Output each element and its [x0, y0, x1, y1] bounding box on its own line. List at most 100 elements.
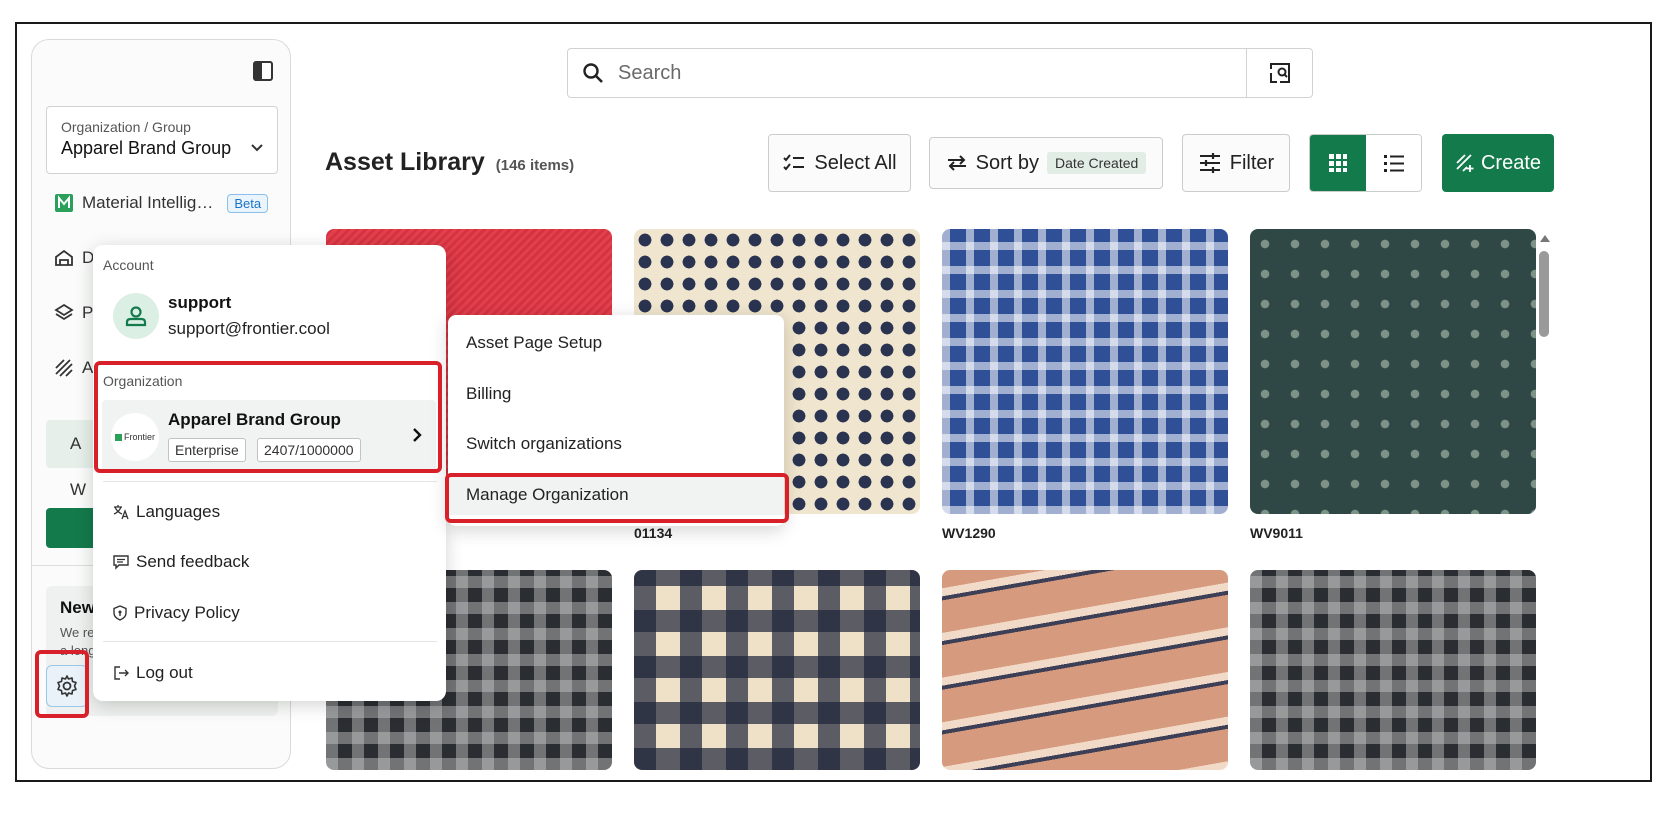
submenu-item-label: Manage Organization [466, 485, 629, 504]
sidebar-item-label: Material Intellig… [82, 193, 214, 212]
sidebar-item-assets[interactable]: A [54, 350, 93, 386]
menu-divider [103, 641, 437, 642]
sidebar-item-label: P [82, 303, 94, 322]
search-bar [567, 48, 1313, 98]
list-view-button[interactable] [1366, 135, 1421, 191]
search-icon [583, 63, 603, 83]
settings-button[interactable] [46, 665, 88, 707]
organization-section-label: Organization [103, 373, 183, 389]
feedback-icon [113, 555, 129, 570]
billing-menu-item[interactable]: Billing [448, 374, 784, 414]
languages-label: Languages [136, 502, 221, 521]
org-plan-badge: Enterprise [168, 438, 246, 462]
privacy-policy-menu-item[interactable]: Privacy Policy [113, 600, 240, 626]
image-search-button[interactable] [1246, 49, 1312, 97]
filter-label: Filter [1229, 151, 1275, 174]
sidebar-collapse-button[interactable] [252, 60, 274, 82]
grid-view-button[interactable] [1310, 135, 1366, 191]
manage-organization-menu-item[interactable]: Manage Organization [448, 475, 784, 515]
image-search-icon [1269, 63, 1290, 83]
account-user-email: support@frontier.cool [168, 319, 330, 338]
asset-thumbnail[interactable] [634, 570, 920, 770]
item-count: (146 items) [495, 157, 575, 174]
create-icon [1456, 154, 1474, 172]
organization-row[interactable]: Frontier Apparel Brand Group Enterprise … [102, 400, 436, 472]
asset-card[interactable]: WV1290 [942, 229, 1228, 543]
beta-badge: Beta [227, 193, 269, 213]
material-intelligence-icon [55, 194, 73, 212]
scrollbar-thumb[interactable] [1539, 251, 1549, 337]
org-select-value: Apparel Brand Group [61, 138, 232, 158]
org-logo-mark-icon [114, 433, 122, 441]
select-all-icon [783, 154, 805, 171]
sidebar-item-dashboard[interactable]: D [54, 240, 94, 276]
switch-organizations-menu-item[interactable]: Switch organizations [448, 424, 784, 464]
org-select-label: Organization / Group [61, 119, 191, 135]
asset-thumbnail[interactable] [1250, 229, 1536, 514]
asset-card[interactable] [634, 570, 920, 770]
account-section-label: Account [103, 257, 154, 273]
asset-thumbnail[interactable] [942, 229, 1228, 514]
scroll-up-arrow-icon[interactable] [1540, 235, 1550, 242]
sidebar-item-label: W [70, 480, 87, 499]
account-user-name: support [168, 293, 232, 312]
asset-name: WV9011 [1250, 525, 1303, 541]
privacy-policy-label: Privacy Policy [134, 603, 240, 622]
org-logo: Frontier [111, 413, 159, 461]
layers-icon [54, 303, 74, 321]
send-feedback-label: Send feedback [136, 552, 250, 571]
sidebar-item-material-intelligence[interactable]: Material Intellig… Beta [54, 185, 269, 221]
sort-value-tag: Date Created [1047, 152, 1147, 174]
swap-arrows-icon [947, 155, 966, 171]
select-all-label: Select All [814, 151, 897, 174]
scrollbar[interactable] [1536, 229, 1552, 769]
asset-card[interactable]: WV9011 [1250, 229, 1536, 543]
sidebar-item-label: A [70, 434, 82, 453]
logout-icon [114, 666, 129, 680]
languages-menu-item[interactable]: Languages [113, 499, 220, 525]
asset-card[interactable] [1250, 570, 1536, 770]
sidebar-item-label: A [82, 358, 94, 377]
submenu-item-label: Switch organizations [466, 434, 622, 453]
dashboard-icon [55, 249, 73, 266]
org-logo-text: Frontier [123, 432, 155, 442]
create-label: Create [1480, 151, 1542, 174]
page-title-text: Asset Library [325, 148, 485, 176]
sort-by-button[interactable]: Sort by Date Created [929, 137, 1163, 189]
list-icon [1383, 155, 1404, 172]
filter-sliders-icon [1199, 153, 1220, 173]
asset-thumbnail[interactable] [942, 570, 1228, 770]
submenu-item-label: Billing [466, 384, 512, 403]
grid-icon [1329, 154, 1347, 172]
shield-icon [113, 605, 127, 621]
view-toggle [1309, 134, 1422, 192]
org-name: Apparel Brand Group [168, 410, 341, 429]
account-menu: Account support support@frontier.cool Or… [93, 245, 446, 701]
asset-thumbnail[interactable] [1250, 570, 1536, 770]
org-usage-badge: 2407/1000000 [257, 438, 361, 462]
user-icon [125, 306, 147, 327]
asset-name: WV1290 [942, 525, 996, 541]
sidebar-subitem-workspace[interactable]: W [70, 472, 86, 508]
submenu-item-label: Asset Page Setup [466, 333, 603, 352]
gear-icon [57, 675, 77, 697]
log-out-label: Log out [136, 663, 193, 682]
menu-divider [103, 481, 437, 482]
select-all-button[interactable]: Select All [768, 134, 911, 192]
asset-page-setup-menu-item[interactable]: Asset Page Setup [448, 323, 784, 363]
sidebar-item-projects[interactable]: P [54, 295, 93, 331]
asset-card[interactable] [942, 570, 1228, 770]
sidebar-subitem-asset-library[interactable]: A [70, 426, 81, 462]
sort-by-label: Sort by [975, 151, 1040, 174]
organization-submenu: Asset Page Setup Billing Switch organiza… [448, 315, 784, 526]
sidebar-toggle-icon [253, 61, 273, 81]
chevron-right-icon [413, 428, 422, 442]
create-button[interactable]: Create [1442, 134, 1554, 192]
send-feedback-menu-item[interactable]: Send feedback [113, 549, 249, 575]
search-input[interactable] [618, 61, 1238, 85]
org-group-select[interactable]: Organization / Group Apparel Brand Group [46, 106, 278, 174]
filter-button[interactable]: Filter [1182, 134, 1290, 192]
app-window: Organization / Group Apparel Brand Group… [15, 22, 1652, 782]
log-out-menu-item[interactable]: Log out [113, 660, 193, 686]
page-title: Asset Library (146 items) [325, 148, 574, 177]
